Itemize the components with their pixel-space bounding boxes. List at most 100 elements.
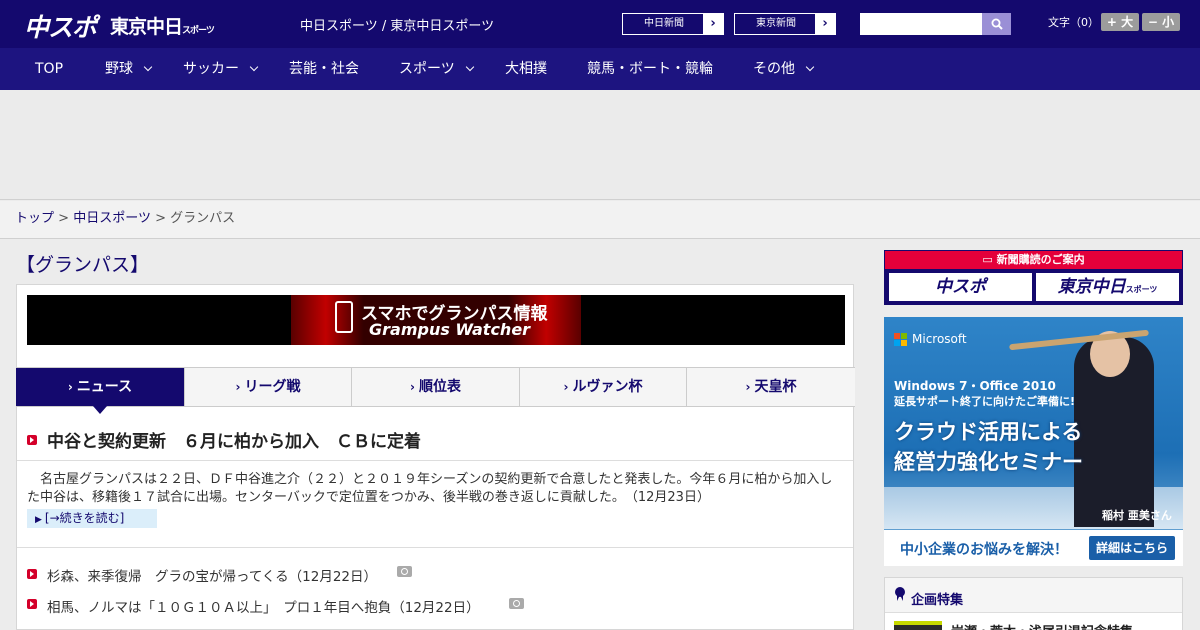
breadcrumb-current: グランパス xyxy=(170,211,236,226)
top-story-lead: 名古屋グランパスは２２日、ＤＦ中谷進之介（２２）と２０１９年シーズンの契約更新で… xyxy=(27,472,833,505)
chuspo-logo[interactable]: 中スポ xyxy=(24,8,97,44)
page-title: 【グランパス】 xyxy=(16,254,150,276)
news-item[interactable]: 杉森、来季復帰 グラの宝が帰ってくる（12月22日） xyxy=(47,565,377,585)
nav-soccer[interactable]: サッカー xyxy=(183,48,259,90)
nav-sumo[interactable]: 大相撲 xyxy=(505,48,547,90)
top-story-headline[interactable]: 中谷と契約更新 ６月に柏から加入 ＣＢに定着 xyxy=(47,427,421,452)
nav-racing[interactable]: 競馬・ボート・競輪 xyxy=(587,48,713,90)
feature-item-title: 岩瀬・荒木・浅尾引退記念特集 xyxy=(951,621,1133,630)
nav-label: サッカー xyxy=(183,61,239,77)
camera-icon xyxy=(397,566,412,577)
ad-headline1: クラウド活用による xyxy=(894,420,1083,444)
nav-label: 大相撲 xyxy=(505,61,547,77)
tab-news[interactable]: › ニュース xyxy=(16,368,185,414)
nav-entertainment[interactable]: 芸能・社会 xyxy=(289,48,359,90)
chevron-right-icon: › xyxy=(745,380,751,394)
tokyo-shimbun-link[interactable]: 東京新聞 › xyxy=(734,13,836,35)
tab-label: リーグ戦 xyxy=(244,379,301,395)
chunichi-shimbun-label: 中日新聞 xyxy=(644,18,684,29)
chevron-right-icon: › xyxy=(815,14,835,34)
section-tabs: › ニュース › リーグ戦 › 順位表 › ルヴァン杯 › 天皇杯 xyxy=(16,367,855,414)
ad-line2: 延長サポート終了に向けたご準備に! xyxy=(894,395,1076,408)
site-header: 中スポ 東京中日スポーツ 中日スポーツ / 東京中日スポーツ 中日新聞 › 東京… xyxy=(0,0,1200,48)
ad-slot xyxy=(0,90,1200,200)
main-nav: TOP 野球 サッカー 芸能・社会 スポーツ 大相撲 競馬・ボート・競輪 その他 xyxy=(0,48,1200,90)
ad-line1: Windows 7・Office 2010 xyxy=(894,379,1056,393)
chevron-right-icon: › xyxy=(410,380,415,394)
nav-label: スポーツ xyxy=(399,61,455,77)
read-more-label: [→続きを読む] xyxy=(44,511,125,525)
tokyo-shimbun-label: 東京新聞 xyxy=(756,18,796,29)
feature-thumbnail xyxy=(894,621,942,630)
subscription-box: ▭ 新聞購読のご案内 中スポ 東京中日スポーツ xyxy=(884,250,1183,305)
nav-top[interactable]: TOP xyxy=(35,48,63,90)
tab-emperors-cup[interactable]: › 天皇杯 xyxy=(687,368,855,406)
arrow-bullet-icon xyxy=(27,569,37,579)
arrow-bullet-icon xyxy=(27,599,37,609)
subscribe-tokyo-label: 東京中日 xyxy=(1057,277,1126,297)
tokyo-chunichi-logo[interactable]: 東京中日スポーツ xyxy=(110,12,215,39)
nav-label: その他 xyxy=(753,61,795,77)
chevron-down-icon xyxy=(143,62,153,72)
chevron-down-icon xyxy=(249,62,259,72)
nav-label: TOP xyxy=(35,61,64,77)
microsoft-logo-icon xyxy=(894,333,908,347)
nav-other[interactable]: その他 xyxy=(753,48,815,90)
nav-label: 野球 xyxy=(105,61,133,77)
ribbon-icon xyxy=(895,587,905,603)
feature-title: 企画特集 xyxy=(911,593,964,608)
ad-person-name: 稲村 亜美さん xyxy=(1102,509,1172,522)
read-more-link[interactable]: ▶ [→続きを読む] xyxy=(27,509,157,528)
tab-league[interactable]: › リーグ戦 xyxy=(185,368,352,406)
breadcrumb-home[interactable]: トップ xyxy=(15,211,54,226)
subscription-header-label: 新聞購読のご案内 xyxy=(996,253,1085,266)
font-size-label: 文字（0） xyxy=(1048,16,1099,29)
ad-footer: 中小企業のお悩みを解決！ 詳細はこちら xyxy=(884,530,1183,566)
chevron-right-icon: › xyxy=(67,380,73,394)
ad-brand: Microsoft xyxy=(912,332,967,346)
search-input[interactable] xyxy=(860,13,982,35)
ad-question: 中小企業のお悩みを解決！ xyxy=(900,542,1068,558)
ad-headline: クラウド活用による 経営力強化セミナー xyxy=(894,417,1083,477)
chevron-down-icon xyxy=(465,62,474,72)
breadcrumb-separator: > xyxy=(155,211,166,226)
font-smaller-button[interactable]: − 小 xyxy=(1142,13,1180,31)
font-larger-button[interactable]: + 大 xyxy=(1101,13,1139,31)
feature-item[interactable]: 岩瀬・荒木・浅尾引退記念特集 xyxy=(885,612,1182,630)
tab-label: ルヴァン杯 xyxy=(572,379,643,395)
site-description: 中日スポーツ / 東京中日スポーツ xyxy=(300,19,495,34)
chevron-right-icon: › xyxy=(235,380,241,394)
tab-label: 天皇杯 xyxy=(754,379,797,395)
tab-label: 順位表 xyxy=(418,379,461,395)
ad-details-button[interactable]: 詳細はこちら xyxy=(1089,536,1175,560)
nav-sports[interactable]: スポーツ xyxy=(399,48,474,90)
breadcrumb-section[interactable]: 中日スポーツ xyxy=(73,211,151,226)
chevron-right-icon: › xyxy=(563,380,569,394)
divider xyxy=(17,547,853,548)
subscription-header[interactable]: ▭ 新聞購読のご案内 xyxy=(885,251,1182,269)
nav-label: 芸能・社会 xyxy=(289,61,359,77)
search-icon xyxy=(991,18,1003,30)
chunichi-shimbun-link[interactable]: 中日新聞 › xyxy=(622,13,724,35)
arrow-bullet-icon xyxy=(27,435,37,445)
feature-box: 企画特集 岩瀬・荒木・浅尾引退記念特集 xyxy=(884,577,1183,630)
news-title: 相馬、ノルマは「１０Ｇ１０Ａ以上」 プロ１年目へ抱負（12月22日） xyxy=(47,600,480,616)
breadcrumb-separator: > xyxy=(58,211,70,226)
chevron-down-icon xyxy=(805,62,815,72)
chevron-right-icon: › xyxy=(703,14,723,34)
subscribe-chuspo-button[interactable]: 中スポ xyxy=(889,273,1032,301)
search-button[interactable] xyxy=(982,13,1011,35)
tab-levain-cup[interactable]: › ルヴァン杯 xyxy=(520,368,687,406)
news-item[interactable]: 相馬、ノルマは「１０Ｇ１０Ａ以上」 プロ１年目へ抱負（12月22日） xyxy=(47,596,480,616)
nav-label: 競馬・ボート・競輪 xyxy=(587,61,713,77)
tokyo-logo-text: 東京中日 xyxy=(110,16,183,38)
tab-label: ニュース xyxy=(76,379,133,395)
ad-headline2: 経営力強化セミナー xyxy=(894,450,1083,474)
nav-baseball[interactable]: 野球 xyxy=(105,48,153,90)
subscribe-tokyo-button[interactable]: 東京中日スポーツ xyxy=(1036,273,1179,301)
tab-standings[interactable]: › 順位表 xyxy=(352,368,520,406)
microsoft-seminar-ad[interactable]: Microsoft Windows 7・Office 2010 延長サポート終了… xyxy=(884,317,1183,566)
tokyo-logo-sub: スポーツ xyxy=(182,26,215,36)
newspaper-icon: ▭ xyxy=(982,253,997,266)
grampus-watcher-banner[interactable]: スマホでグランパス情報 Grampus Watcher xyxy=(27,295,845,345)
